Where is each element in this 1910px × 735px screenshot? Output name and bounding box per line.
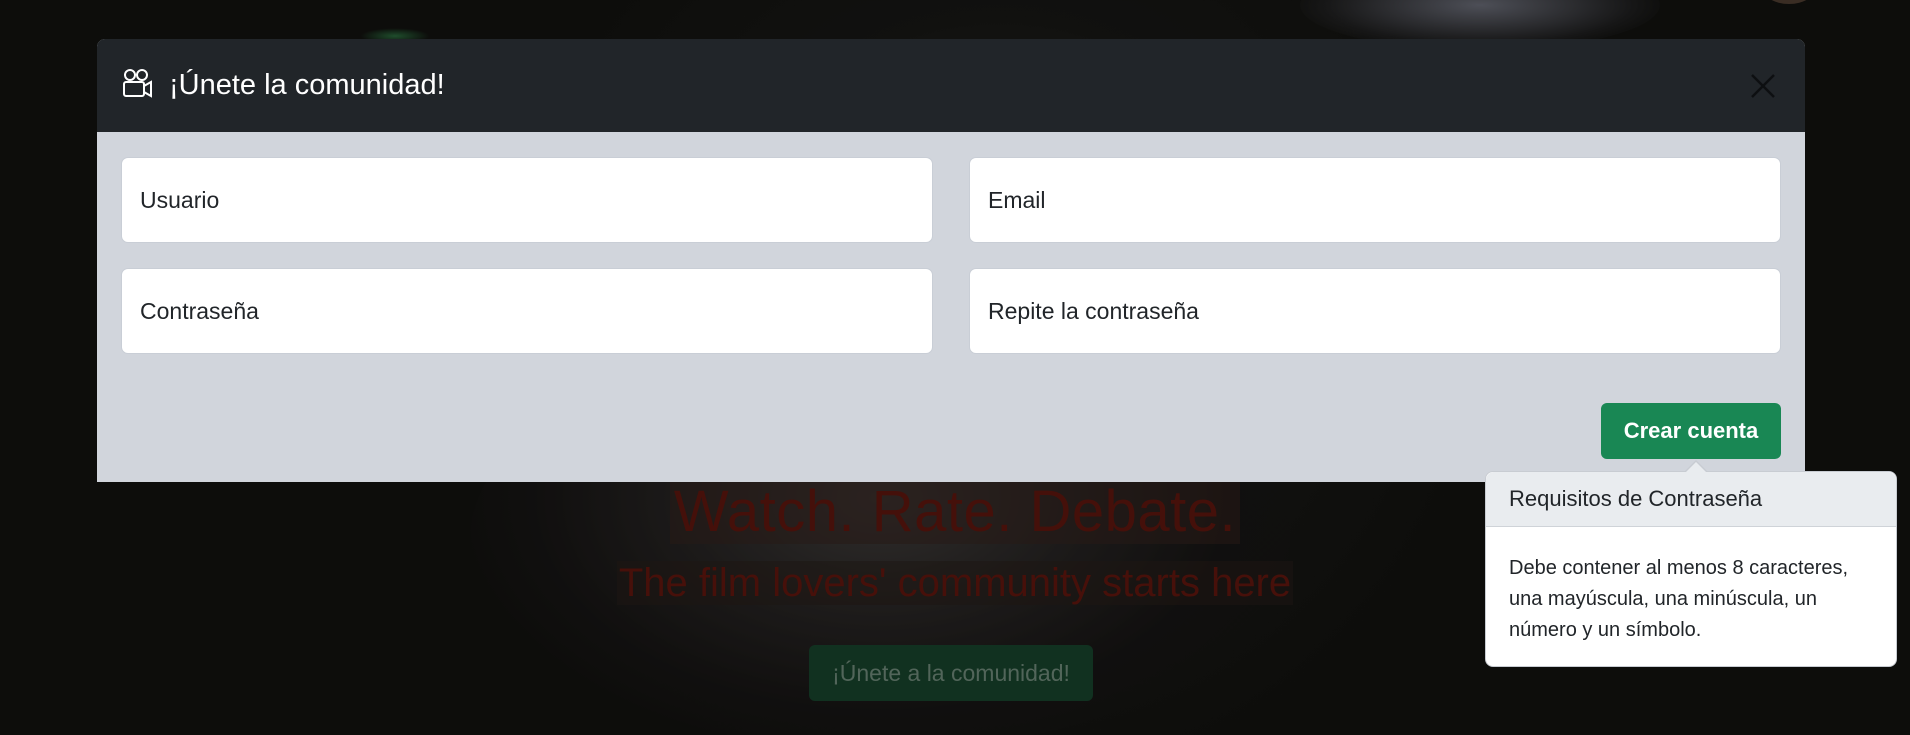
password-requirements-popover: Requisitos de Contraseña Debe contener a… <box>1485 460 1897 667</box>
username-input[interactable] <box>121 157 933 243</box>
modal-title: ¡Únete la comunidad! <box>169 69 445 101</box>
popover-title: Requisitos de Contraseña <box>1486 472 1896 527</box>
signup-modal: ¡Únete la comunidad! Crear cuenta <box>97 39 1805 482</box>
repeat-password-input[interactable] <box>969 268 1781 354</box>
close-button[interactable] <box>1743 66 1783 106</box>
close-icon <box>1751 73 1775 98</box>
modal-header: ¡Únete la comunidad! <box>97 39 1805 132</box>
popover-body: Debe contener al menos 8 caracteres, una… <box>1509 557 1849 641</box>
password-input[interactable] <box>121 268 933 354</box>
email-input[interactable] <box>969 157 1781 243</box>
camera-reels-icon <box>121 67 169 104</box>
create-account-button[interactable]: Crear cuenta <box>1601 403 1781 459</box>
